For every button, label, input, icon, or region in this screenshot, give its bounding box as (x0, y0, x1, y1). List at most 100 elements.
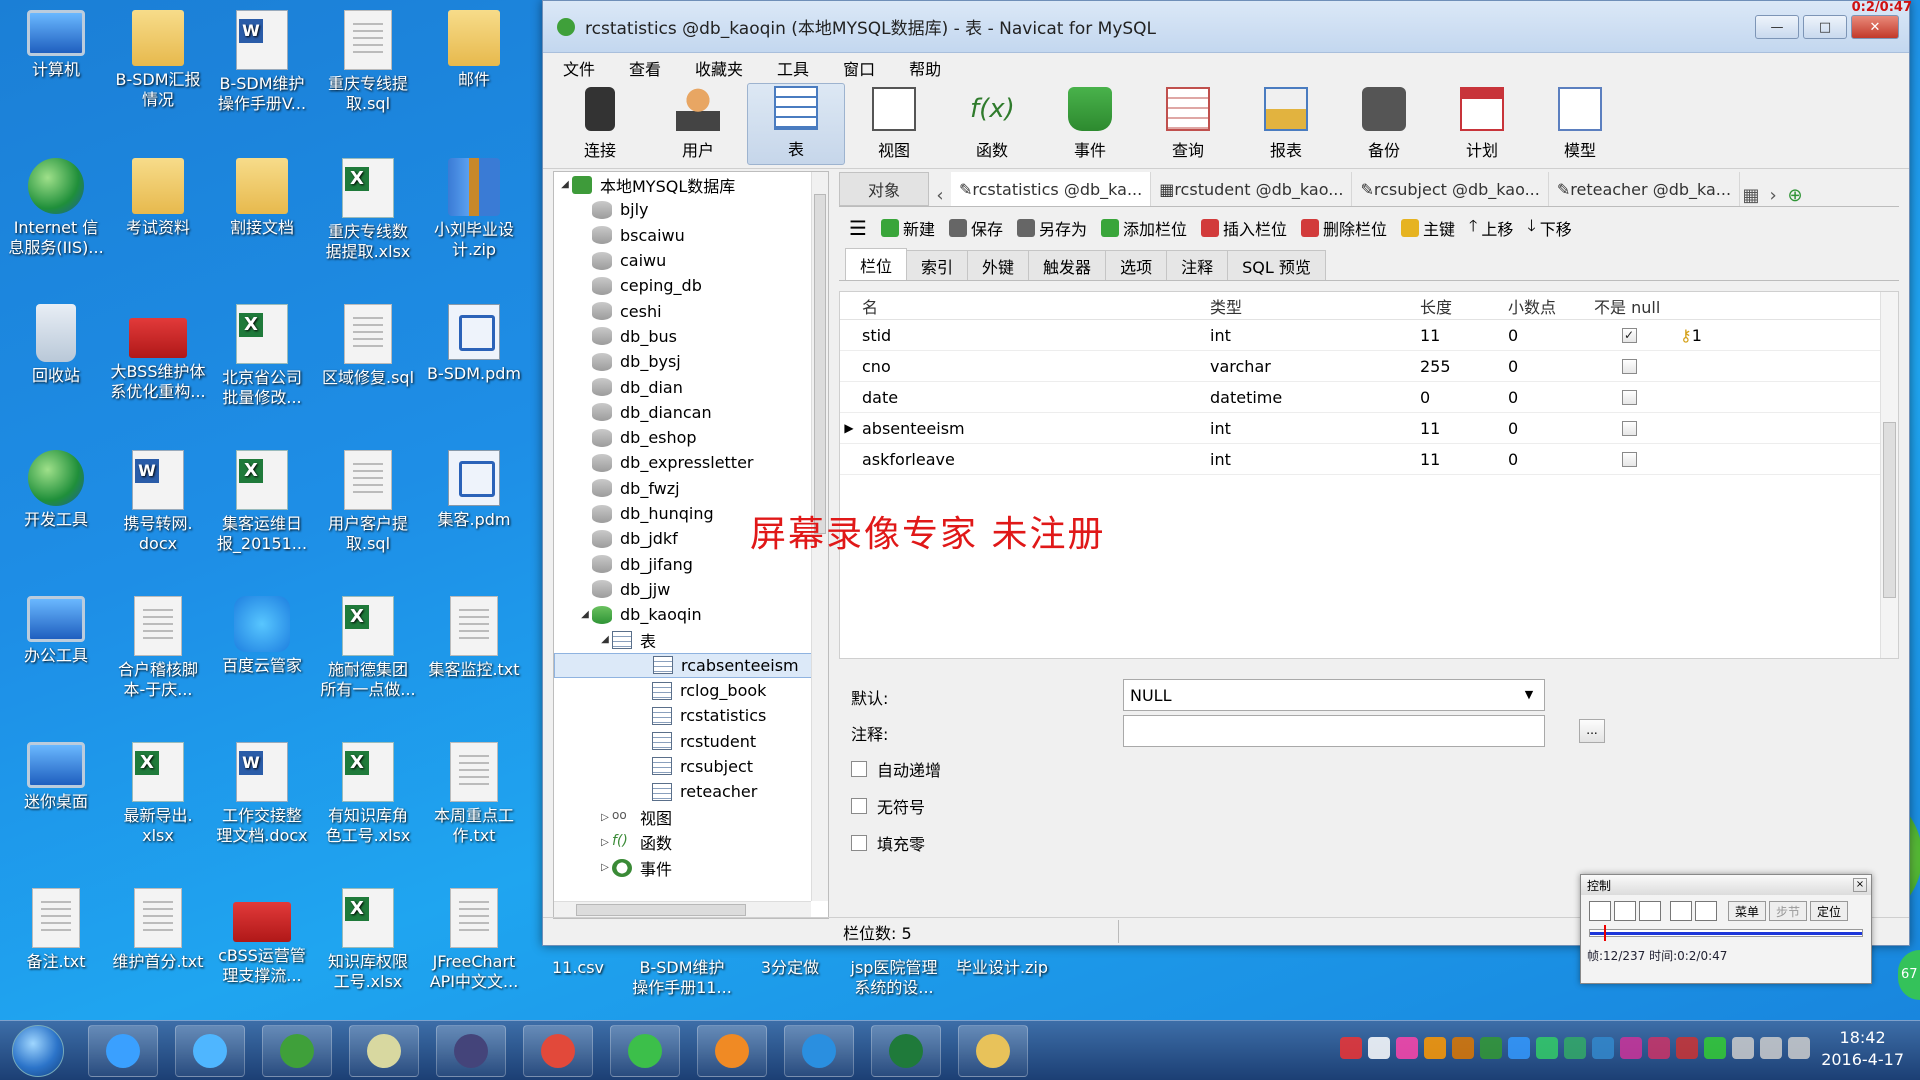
toolbar-model-button[interactable]: 模型 (1531, 83, 1629, 165)
toolbar-plug-button[interactable]: 连接 (551, 83, 649, 165)
grid-scrollbar[interactable] (1880, 292, 1898, 658)
field-length-cell[interactable]: 0 (1420, 388, 1508, 407)
toolbar-schedule-button[interactable]: 计划 (1433, 83, 1531, 165)
tree-item[interactable]: ◢ db_kaoqin (554, 602, 828, 627)
desktop-icon[interactable]: B-SDM.pdm (422, 304, 526, 384)
desktop-icon[interactable]: B-SDM维护 操作手册V... (210, 10, 314, 114)
tree-item[interactable]: ▷ oo 视图 (554, 804, 828, 829)
taskbar-app[interactable] (784, 1025, 854, 1077)
tray-icon[interactable] (1648, 1037, 1670, 1059)
tree-item[interactable]: rcsubject (554, 754, 828, 779)
toolbar-backup-button[interactable]: 备份 (1335, 83, 1433, 165)
auto-increment-option[interactable]: 自动递增 (851, 757, 941, 781)
menu-tools[interactable]: 工具 (775, 56, 827, 80)
desktop-icon[interactable]: 维护首分.txt (106, 888, 210, 972)
expand-toggle-icon[interactable]: ◢ (558, 179, 572, 190)
tree-item[interactable]: db_bysj (554, 349, 828, 374)
desktop-icon[interactable]: 合户稽核脚 本-于庆... (106, 596, 210, 700)
table-list-icon[interactable]: ▦ (1740, 185, 1762, 206)
next-icon[interactable] (1639, 901, 1661, 921)
desktop-icon[interactable]: 工作交接整 理文档.docx (210, 742, 314, 846)
table-row[interactable]: ▶ absenteeism int 11 0 (840, 413, 1898, 444)
tree-item[interactable]: ◢ 本地MYSQL数据库 (554, 172, 828, 197)
tab-sql-preview[interactable]: SQL 预览 (1227, 250, 1326, 280)
tree-item[interactable]: db_fwzj (554, 476, 828, 501)
expand-toggle-icon[interactable]: ◢ (598, 634, 612, 645)
default-select[interactable]: NULL ▼ (1123, 679, 1545, 711)
title-bar[interactable]: rcstatistics @db_kaoqin (本地MYSQL数据库) - 表… (543, 1, 1909, 53)
desktop-icon[interactable]: 办公工具 (4, 596, 108, 666)
desktop-icon[interactable]: 迷你桌面 (4, 742, 108, 812)
tray-icon[interactable] (1368, 1037, 1390, 1059)
comment-field[interactable] (1123, 715, 1545, 747)
save-as-button[interactable]: 另存为 (1016, 216, 1087, 240)
taskbar-app[interactable] (958, 1025, 1028, 1077)
comment-edit-button[interactable]: ... (1579, 719, 1605, 743)
play-pause-icon[interactable] (1589, 901, 1611, 921)
tray-icon[interactable] (1508, 1037, 1530, 1059)
tab-reteacher[interactable]: ✎ reteacher @db_ka... (1549, 172, 1741, 206)
desktop-icon[interactable]: 用户客户提 取.sql (316, 450, 420, 554)
grid-icon[interactable] (1670, 901, 1692, 921)
desktop-icon[interactable]: Internet 信 息服务(IIS)... (4, 158, 108, 258)
tab-rcstudent[interactable]: ▦ rcstudent @db_kao... (1151, 172, 1353, 206)
tree-item[interactable]: bscaiwu (554, 223, 828, 248)
tray-icon[interactable] (1732, 1037, 1754, 1059)
desktop-icon[interactable]: 携号转网. docx (106, 450, 210, 554)
table-row[interactable]: date datetime 0 0 (840, 382, 1898, 413)
tree-item[interactable]: ◢ 表 (554, 627, 828, 652)
desktop-icon[interactable]: 知识库权限 工号.xlsx (316, 888, 420, 992)
not-null-checkbox[interactable] (1621, 420, 1637, 436)
tray-icon[interactable] (1340, 1037, 1362, 1059)
move-up-button[interactable]: 🡑 上移 (1469, 215, 1513, 242)
tree-item[interactable]: ceshi (554, 298, 828, 323)
toolbar-function-button[interactable]: f(x) 函数 (943, 83, 1041, 165)
desktop-icon[interactable]: 本周重点工 作.txt (422, 742, 526, 846)
auto-increment-checkbox[interactable] (851, 761, 867, 777)
desktop-icon[interactable]: 计算机 (4, 10, 108, 80)
toolbar-event-button[interactable]: 事件 (1041, 83, 1139, 165)
desktop-icon[interactable]: 有知识库角 色工号.xlsx (316, 742, 420, 846)
zerofill-option[interactable]: 填充零 (851, 831, 925, 855)
desktop-icon[interactable]: 割接文档 (210, 158, 314, 238)
field-length-cell[interactable]: 11 (1420, 326, 1508, 345)
field-decimals-cell[interactable]: 0 (1508, 450, 1594, 469)
tab-rcsubject[interactable]: ✎ rcsubject @db_kao... (1352, 172, 1549, 206)
move-down-button[interactable]: 🡓 下移 (1527, 215, 1571, 242)
unsigned-option[interactable]: 无符号 (851, 794, 925, 818)
desktop-icon[interactable]: JFreeChart API中文文... (422, 888, 526, 992)
tray-icon[interactable] (1452, 1037, 1474, 1059)
taskbar-app[interactable] (610, 1025, 680, 1077)
field-name-cell[interactable]: askforleave (858, 450, 1210, 469)
field-name-cell[interactable]: cno (858, 357, 1210, 376)
tray-icon[interactable] (1396, 1037, 1418, 1059)
tray-icon[interactable] (1620, 1037, 1642, 1059)
playback-progress[interactable] (1589, 925, 1863, 941)
table-row[interactable]: cno varchar 255 0 (840, 351, 1898, 382)
tree-item[interactable]: rcabsenteeism (554, 652, 828, 678)
tree-item[interactable]: rcstudent (554, 729, 828, 754)
menu-window[interactable]: 窗口 (841, 56, 893, 80)
tree-item[interactable]: db_eshop (554, 425, 828, 450)
clock[interactable]: 18:42 2016-4-17 (1821, 1027, 1904, 1071)
desktop-icon[interactable]: 集客.pdm (422, 450, 526, 530)
menu-file[interactable]: 文件 (561, 56, 613, 80)
save-button[interactable]: 保存 (948, 216, 1003, 240)
table-row[interactable]: askforleave int 11 0 (840, 444, 1898, 475)
tab-triggers[interactable]: 触发器 (1028, 250, 1107, 280)
unsigned-checkbox[interactable] (851, 798, 867, 814)
desktop-icon[interactable]: 施耐德集团 所有一点做... (316, 596, 420, 700)
tab-options[interactable]: 选项 (1105, 250, 1168, 280)
expand-toggle-icon[interactable]: ▷ (598, 812, 612, 823)
field-type-cell[interactable]: datetime (1210, 388, 1420, 407)
field-decimals-cell[interactable]: 0 (1508, 357, 1594, 376)
tray-icon[interactable] (1480, 1037, 1502, 1059)
taskbar-app[interactable] (697, 1025, 767, 1077)
field-length-cell[interactable]: 11 (1420, 419, 1508, 438)
desktop-icon[interactable]: B-SDM汇报 情况 (106, 10, 210, 110)
taskbar-app[interactable] (436, 1025, 506, 1077)
not-null-checkbox[interactable] (1621, 389, 1637, 405)
tray-icon[interactable] (1704, 1037, 1726, 1059)
chevron-right-icon[interactable]: › (1762, 185, 1784, 206)
desktop-icon[interactable]: 最新导出. xlsx (106, 742, 210, 846)
